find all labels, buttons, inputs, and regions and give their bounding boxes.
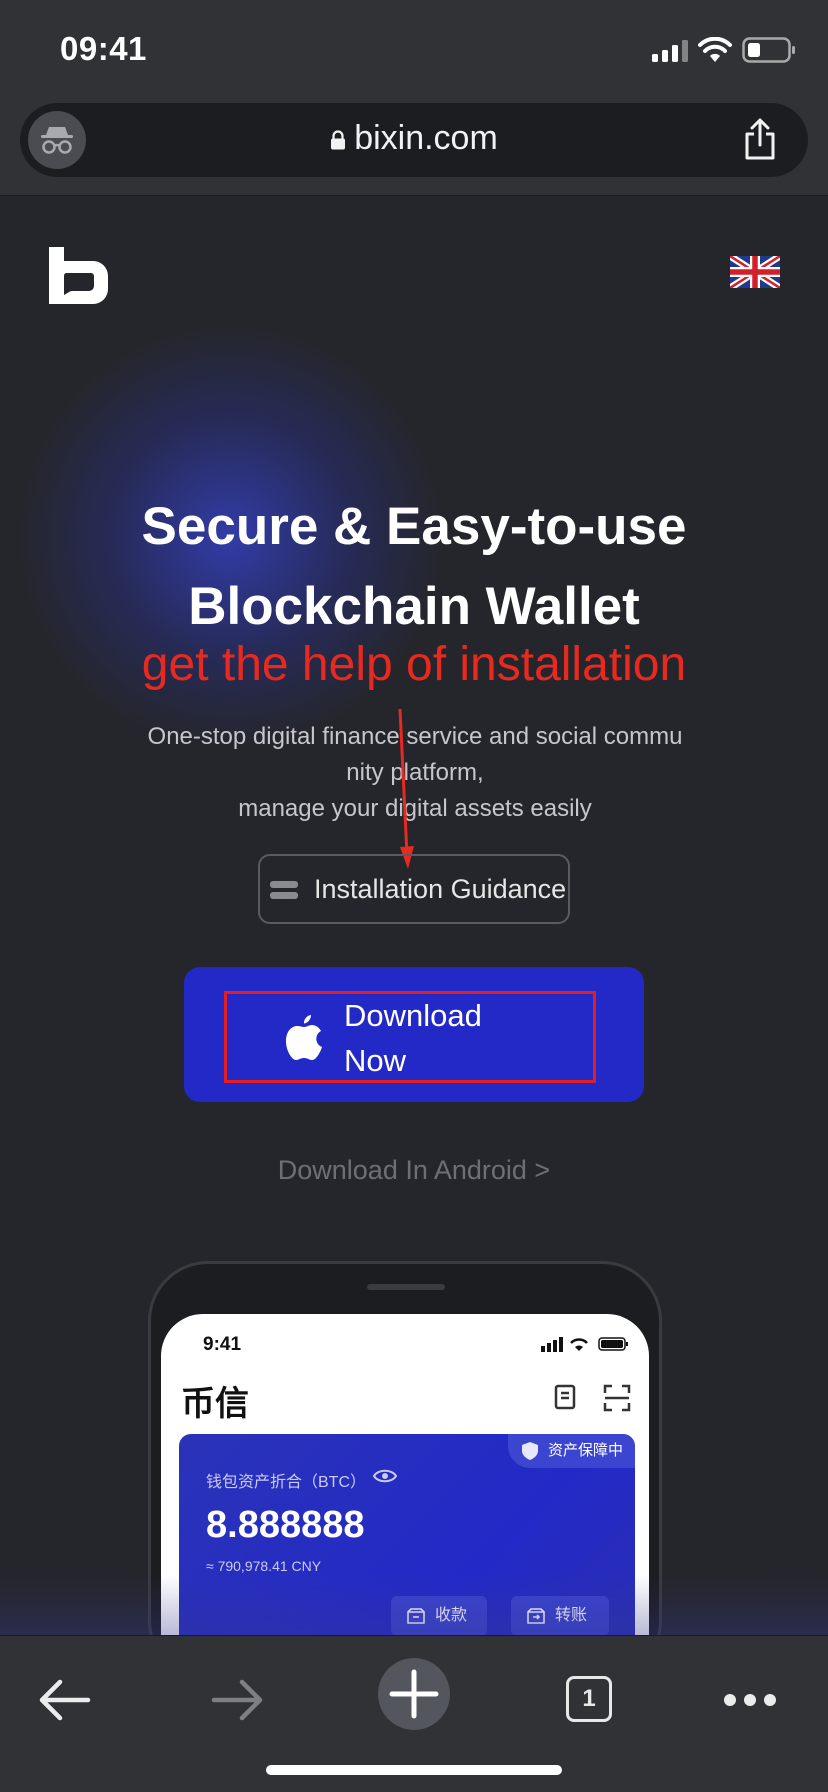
guide-icon: [270, 881, 298, 899]
annotation-text: get the help of installation: [141, 638, 687, 691]
url-bar[interactable]: bixin.com: [20, 103, 808, 177]
share-icon[interactable]: [740, 117, 780, 161]
browser-bottom-toolbar: 1: [0, 1635, 828, 1792]
forward-arrow-icon: [211, 1679, 263, 1721]
phone-speaker: [367, 1284, 445, 1290]
new-tab-button[interactable]: [378, 1658, 450, 1730]
uk-flag-icon[interactable]: [730, 256, 780, 288]
tabs-icon: 1: [566, 1676, 612, 1722]
page-headline: Secure & Easy-to-use Blockchain Wallet: [0, 487, 828, 647]
battery-icon: [742, 37, 795, 63]
signal-icon: [652, 40, 688, 62]
lock-icon: [331, 130, 346, 150]
shield-icon: [521, 1442, 538, 1460]
asset-badge-label: 资产保障中: [547, 1442, 623, 1459]
url-domain: bixin.com: [354, 119, 498, 157]
home-indicator: [266, 1765, 562, 1775]
asset-protection-badge: 资产保障中: [507, 1434, 635, 1468]
web-page: Secure & Easy-to-use Blockchain Wallet g…: [0, 197, 828, 1635]
document-icon: [554, 1384, 576, 1410]
back-arrow-icon: [39, 1679, 91, 1721]
forward-button[interactable]: [198, 1660, 278, 1740]
bottom-fade: [0, 1575, 828, 1635]
phone-app-name: 币信: [181, 1385, 249, 1423]
bixin-logo-icon[interactable]: [47, 243, 109, 305]
installation-guidance-button[interactable]: Installation Guidance: [258, 854, 570, 924]
annotation-arrow-icon: [398, 709, 414, 869]
installation-guidance-label: Installation Guidance: [314, 874, 567, 904]
apple-icon: [286, 1015, 322, 1060]
headline-line-1: Secure & Easy-to-use: [141, 497, 687, 556]
phone-status-time: 9:41: [203, 1334, 242, 1355]
tabs-button[interactable]: 1: [550, 1660, 630, 1740]
more-icon: [724, 1694, 776, 1706]
asset-amount: 8.888888: [206, 1504, 365, 1546]
back-button[interactable]: [24, 1660, 104, 1740]
download-label-line-1: Download: [344, 998, 482, 1033]
download-now-label: Download Now: [344, 993, 534, 1083]
download-now-button[interactable]: Download Now: [184, 967, 644, 1102]
android-download-link[interactable]: Download In Android >: [0, 1155, 828, 1186]
url-display[interactable]: bixin.com: [20, 119, 808, 158]
asset-label: 钱包资产折合（BTC）: [206, 1474, 367, 1491]
scan-icon: [603, 1384, 631, 1412]
plus-icon: [389, 1669, 439, 1719]
phone-status-icons: [541, 1337, 628, 1352]
headline-line-2: Blockchain Wallet: [188, 577, 640, 636]
asset-cny-value: ≈ 790,978.41 CNY: [206, 1558, 322, 1574]
download-label-line-2: Now: [344, 1043, 407, 1078]
eye-icon: [373, 1469, 397, 1483]
status-time: 09:41: [60, 30, 147, 67]
browser-top-bar: 09:41 bixin.com: [0, 0, 828, 196]
more-button[interactable]: [710, 1660, 790, 1740]
wifi-icon: [698, 37, 732, 62]
